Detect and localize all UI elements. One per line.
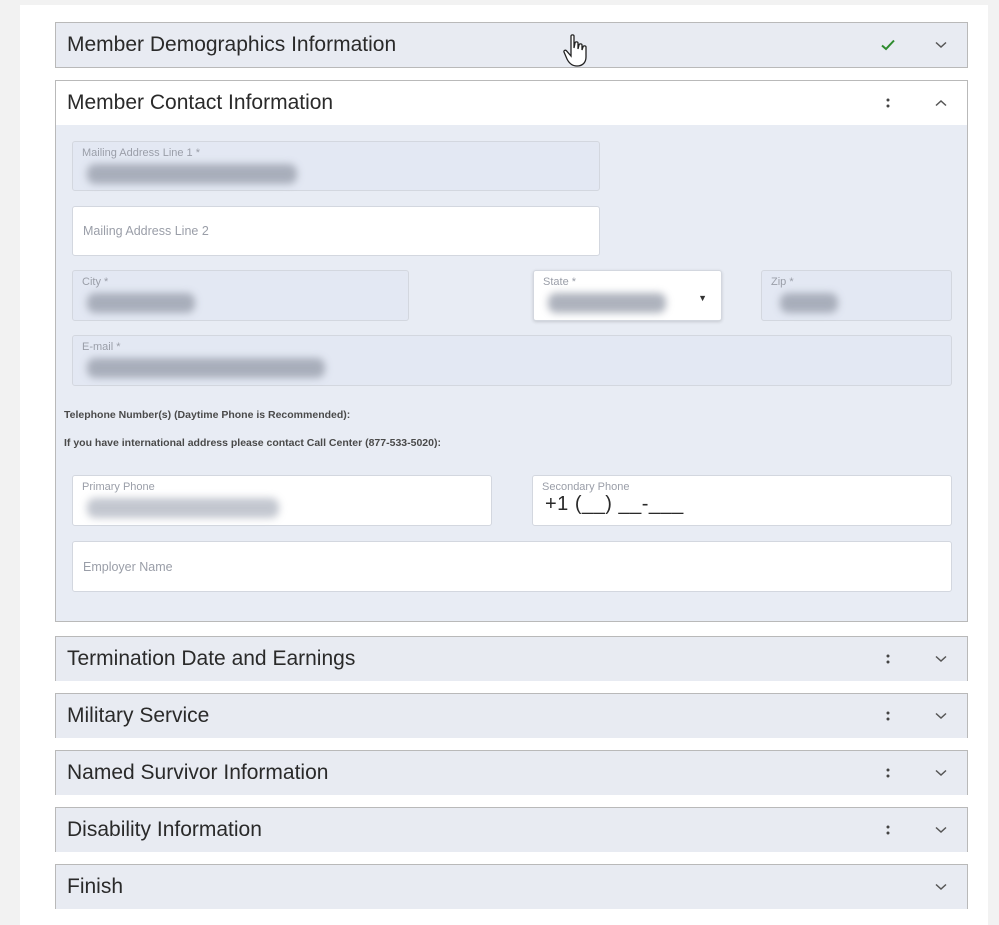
panel-termination: Termination Date and Earnings	[55, 636, 968, 681]
redacted-value	[548, 293, 666, 313]
drag-handle-icon[interactable]	[876, 751, 900, 794]
international-note: If you have international address please…	[64, 437, 441, 449]
drag-handle-icon[interactable]	[876, 637, 900, 680]
chevron-down-icon[interactable]	[929, 23, 953, 66]
panel-survivor: Named Survivor Information	[55, 750, 968, 795]
employer-name-field[interactable]: Employer Name	[72, 541, 952, 592]
panel-title: Military Service	[67, 703, 210, 727]
phone-mask-value: +1 (__) __-___	[545, 493, 684, 515]
panel-header-finish[interactable]: Finish	[56, 865, 967, 909]
chevron-down-icon[interactable]	[929, 694, 953, 737]
state-select[interactable]: State * ▼	[533, 270, 722, 321]
zip-field[interactable]: Zip *	[761, 270, 952, 321]
panel-header-military[interactable]: Military Service	[56, 694, 967, 738]
field-label: Primary Phone	[82, 481, 155, 493]
panel-title: Termination Date and Earnings	[67, 646, 356, 670]
panel-header-contact[interactable]: Member Contact Information	[56, 81, 967, 125]
field-label: City *	[82, 276, 109, 288]
redacted-value	[87, 498, 279, 518]
panel-header-survivor[interactable]: Named Survivor Information	[56, 751, 967, 795]
panel-header-disability[interactable]: Disability Information	[56, 808, 967, 852]
city-field[interactable]: City *	[72, 270, 409, 321]
field-placeholder: Employer Name	[83, 559, 173, 574]
mailing-address-line2-field[interactable]: Mailing Address Line 2	[72, 206, 600, 256]
secondary-phone-field[interactable]: Secondary Phone +1 (__) __-___	[532, 475, 952, 526]
dropdown-arrow-icon: ▼	[698, 293, 707, 303]
checkmark-icon	[876, 23, 900, 66]
redacted-value	[87, 358, 325, 378]
chevron-down-icon[interactable]	[929, 637, 953, 680]
chevron-up-icon[interactable]	[929, 81, 953, 124]
panel-title: Named Survivor Information	[67, 760, 329, 784]
panel-disability: Disability Information	[55, 807, 968, 852]
mailing-address-line1-field[interactable]: Mailing Address Line 1 *	[72, 141, 600, 191]
contact-form: Mailing Address Line 1 * Mailing Address…	[56, 125, 967, 621]
field-label: E-mail *	[82, 341, 121, 353]
cursor-hand-icon	[563, 34, 589, 73]
chevron-down-icon[interactable]	[929, 865, 953, 908]
chevron-down-icon[interactable]	[929, 808, 953, 851]
field-placeholder: Mailing Address Line 2	[83, 224, 209, 238]
primary-phone-field[interactable]: Primary Phone	[72, 475, 492, 526]
email-field[interactable]: E-mail *	[72, 335, 952, 386]
panel-military: Military Service	[55, 693, 968, 738]
field-label: Secondary Phone	[542, 481, 630, 493]
field-label: Zip *	[771, 276, 794, 288]
redacted-value	[87, 164, 297, 184]
drag-handle-icon[interactable]	[876, 808, 900, 851]
chevron-down-icon[interactable]	[929, 751, 953, 794]
field-label: State *	[543, 276, 577, 288]
redacted-value	[780, 293, 838, 313]
drag-handle-icon[interactable]	[876, 694, 900, 737]
panel-title: Disability Information	[67, 817, 262, 841]
field-label: Mailing Address Line 1 *	[82, 147, 201, 159]
panel-title: Member Contact Information	[67, 90, 334, 114]
panel-header-demographics[interactable]: Member Demographics Information	[56, 23, 967, 67]
phone-note: Telephone Number(s) (Daytime Phone is Re…	[64, 409, 351, 421]
panel-header-termination[interactable]: Termination Date and Earnings	[56, 637, 967, 681]
panel-demographics: Member Demographics Information	[55, 22, 968, 68]
panel-title: Member Demographics Information	[67, 32, 397, 56]
redacted-value	[87, 293, 195, 313]
panel-finish: Finish	[55, 864, 968, 909]
panel-contact: Member Contact Information Mailing Addre…	[55, 80, 968, 622]
drag-handle-icon[interactable]	[876, 81, 900, 124]
panel-title: Finish	[67, 874, 124, 898]
